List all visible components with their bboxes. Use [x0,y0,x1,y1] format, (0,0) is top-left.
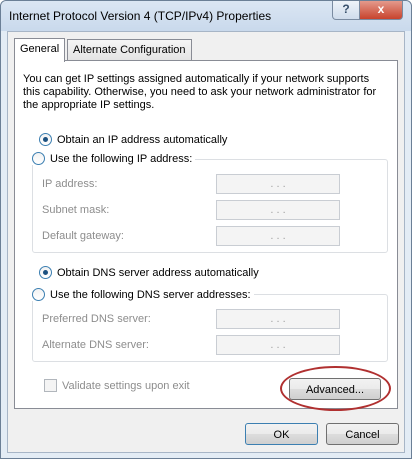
close-button[interactable]: x [359,1,403,20]
advanced-button[interactable]: Advanced... [289,378,381,400]
dns-auto-radio[interactable] [39,266,52,279]
help-icon: ? [342,2,350,16]
title-bar[interactable]: Internet Protocol Version 4 (TCP/IPv4) P… [1,1,411,31]
validate-label: Validate settings upon exit [62,379,190,392]
default-gateway-label: Default gateway: [42,230,124,242]
tab-general[interactable]: General [14,38,66,62]
description-text: You can get IP settings assigned automat… [23,73,377,111]
dns-manual-label: Use the following DNS server addresses: [50,288,251,301]
tab-alternate-configuration[interactable]: Alternate Configuration [67,39,192,61]
dns-auto-option[interactable]: Obtain DNS server address automatically [39,266,259,279]
dialog-client-area: General Alternate Configuration You can … [7,31,405,453]
ip-address-value: . . . [270,178,286,190]
dialog-window: Internet Protocol Version 4 (TCP/IPv4) P… [0,0,412,459]
window-title: Internet Protocol Version 4 (TCP/IPv4) P… [9,9,272,23]
ip-manual-radio[interactable] [32,152,45,165]
ip-address-label: IP address: [42,178,98,190]
validate-checkbox[interactable] [44,379,57,392]
alternate-dns-value: . . . [270,339,286,351]
ip-address-input[interactable]: . . . [216,174,340,194]
alternate-dns-label: Alternate DNS server: [42,339,149,351]
preferred-dns-label: Preferred DNS server: [42,313,151,325]
validate-option[interactable]: Validate settings upon exit [44,379,190,392]
ok-button[interactable]: OK [245,423,318,445]
help-button[interactable]: ? [332,1,360,20]
alternate-dns-input[interactable]: . . . [216,335,340,355]
dns-manual-radio[interactable] [32,288,45,301]
ip-auto-option[interactable]: Obtain an IP address automatically [39,133,227,146]
dns-manual-option[interactable]: Use the following DNS server addresses: [32,288,254,301]
subnet-mask-input[interactable]: . . . [216,200,340,220]
ip-manual-label: Use the following IP address: [50,152,193,165]
subnet-mask-value: . . . [270,204,286,216]
subnet-mask-label: Subnet mask: [42,204,110,216]
close-icon: x [377,2,385,16]
preferred-dns-input[interactable]: . . . [216,309,340,329]
default-gateway-value: . . . [270,230,286,242]
dns-auto-label: Obtain DNS server address automatically [57,266,259,279]
preferred-dns-value: . . . [270,313,286,325]
ip-auto-label: Obtain an IP address automatically [57,133,228,146]
ip-auto-radio[interactable] [39,133,52,146]
default-gateway-input[interactable]: . . . [216,226,340,246]
ip-manual-option[interactable]: Use the following IP address: [32,152,196,165]
cancel-button[interactable]: Cancel [326,423,399,445]
